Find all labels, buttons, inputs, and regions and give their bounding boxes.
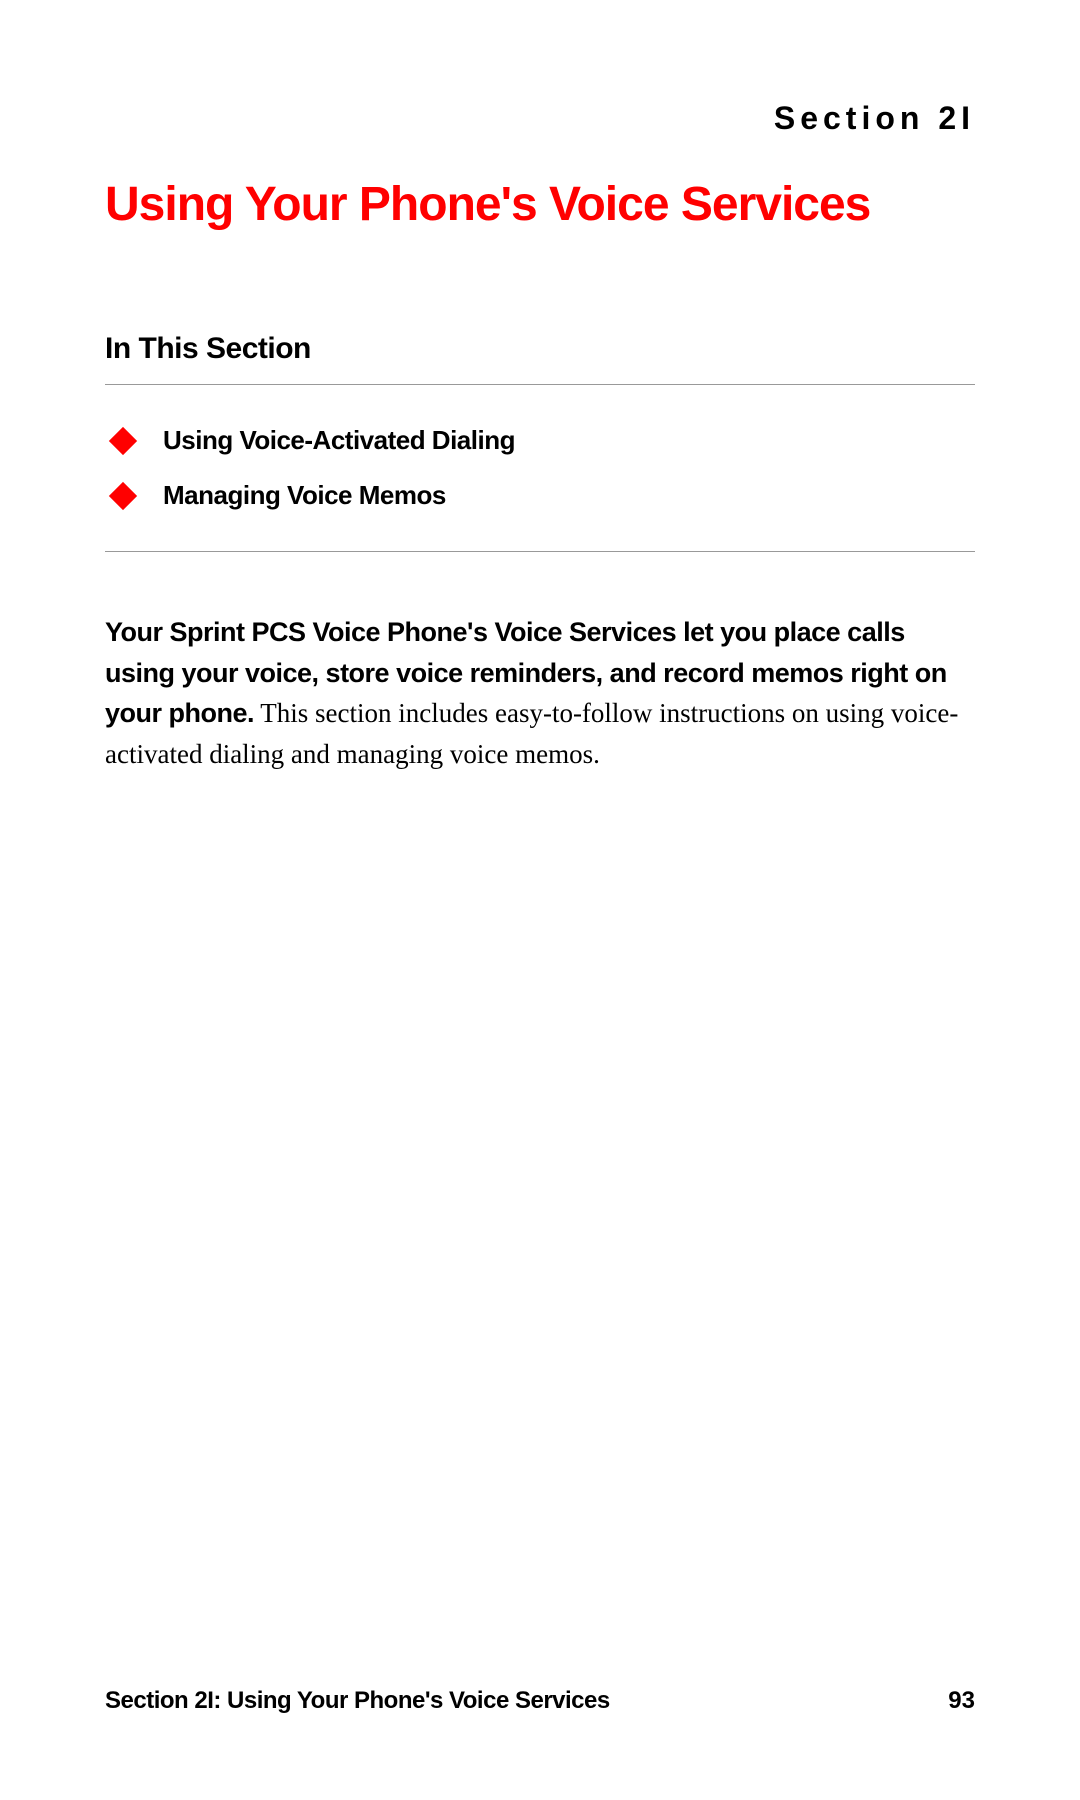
page-footer: Section 2I: Using Your Phone's Voice Ser…: [105, 1687, 975, 1715]
list-item-label: Managing Voice Memos: [163, 480, 446, 511]
section-label: Section 2I: [105, 100, 975, 137]
subsection-heading: In This Section: [105, 332, 975, 366]
page-number: 93: [948, 1687, 975, 1715]
divider-bottom: [105, 551, 975, 552]
footer-section-label: Section 2I: Using Your Phone's Voice Ser…: [105, 1687, 610, 1715]
diamond-icon: [109, 481, 137, 509]
list-item-label: Using Voice-Activated Dialing: [163, 425, 515, 456]
list-item: Using Voice-Activated Dialing: [105, 413, 975, 468]
page-title: Using Your Phone's Voice Services: [105, 177, 975, 232]
document-page: Section 2I Using Your Phone's Voice Serv…: [0, 0, 1080, 1800]
toc-list: Using Voice-Activated Dialing Managing V…: [105, 385, 975, 551]
body-paragraph: Your Sprint PCS Voice Phone's Voice Serv…: [105, 612, 975, 774]
list-item: Managing Voice Memos: [105, 468, 975, 523]
diamond-icon: [109, 426, 137, 454]
